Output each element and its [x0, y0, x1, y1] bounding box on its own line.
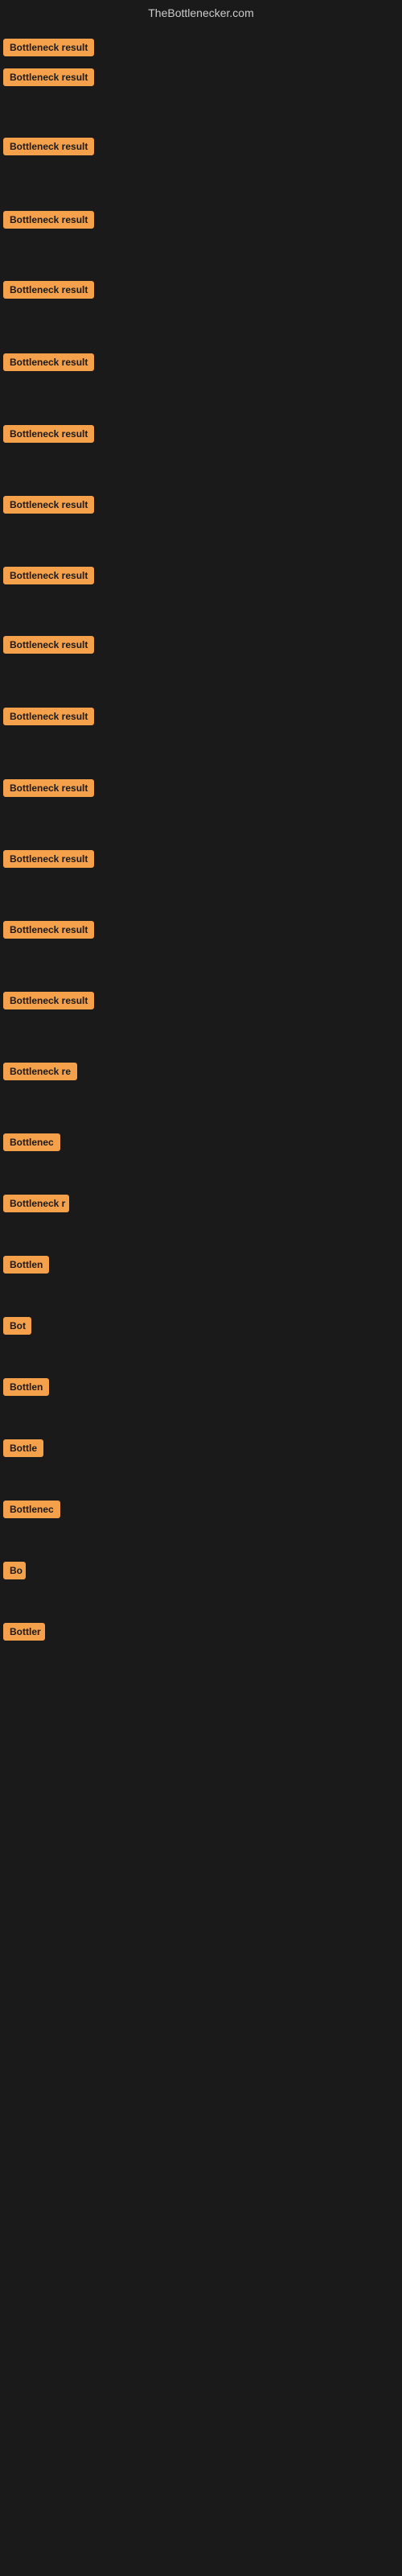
bottleneck-result-badge: Bo — [3, 1562, 26, 1579]
bottleneck-result-badge: Bot — [3, 1317, 31, 1335]
bottleneck-result-badge: Bottleneck result — [3, 39, 94, 56]
bottleneck-result-badge: Bottleneck result — [3, 353, 94, 371]
bottleneck-result-badge: Bottleneck result — [3, 211, 94, 229]
bottleneck-result-badge: Bottleneck result — [3, 425, 94, 443]
bottleneck-result-badge: Bottlen — [3, 1378, 49, 1396]
bottleneck-result-badge: Bottleneck result — [3, 850, 94, 868]
site-header: TheBottlenecker.com — [0, 0, 402, 23]
bottleneck-result-badge: Bottlenec — [3, 1133, 60, 1151]
bottleneck-result-badge: Bottleneck result — [3, 992, 94, 1009]
bottleneck-result-badge: Bottleneck result — [3, 138, 94, 155]
bottleneck-result-badge: Bottleneck result — [3, 567, 94, 584]
bottleneck-result-badge: Bottleneck re — [3, 1063, 77, 1080]
site-title: TheBottlenecker.com — [148, 6, 254, 19]
bottleneck-result-badge: Bottle — [3, 1439, 43, 1457]
bottleneck-result-badge: Bottler — [3, 1623, 45, 1641]
bottleneck-result-badge: Bottlenec — [3, 1501, 60, 1518]
bottleneck-result-badge: Bottlen — [3, 1256, 49, 1274]
bottleneck-result-badge: Bottleneck result — [3, 281, 94, 299]
page-container: TheBottlenecker.com Bottleneck result Bot… — [0, 0, 402, 2576]
bottleneck-result-badge: Bottleneck result — [3, 779, 94, 797]
bottleneck-result-badge: Bottleneck result — [3, 496, 94, 514]
bottleneck-result-badge: Bottleneck r — [3, 1195, 69, 1212]
bottleneck-result-badge: Bottleneck result — [3, 921, 94, 939]
bottleneck-result-badge: Bottleneck result — [3, 708, 94, 725]
bottleneck-result-badge: Bottleneck result — [3, 636, 94, 654]
bottleneck-result-badge: Bottleneck result — [3, 68, 94, 86]
